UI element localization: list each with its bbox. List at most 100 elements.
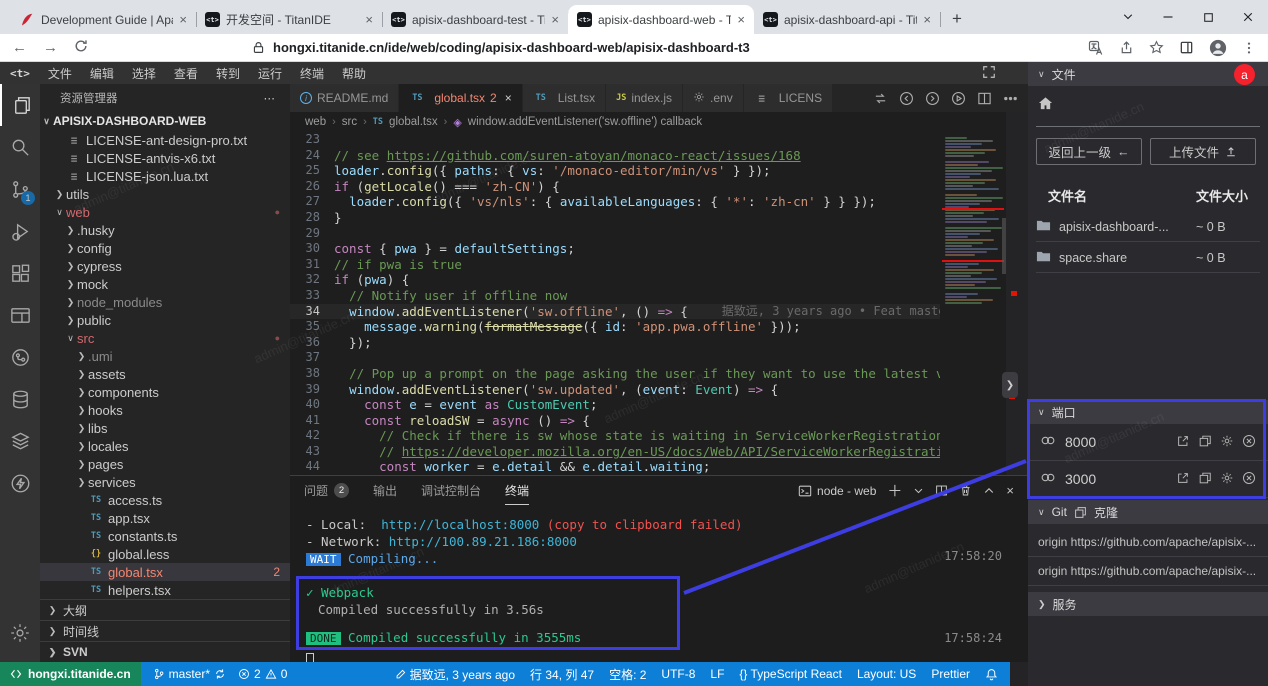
tree-item[interactable]: ❯pages [40,455,290,473]
git-remote-row[interactable]: origin https://github.com/apache/apisix-… [1028,557,1268,586]
nav-forward-icon[interactable] [925,91,940,106]
tree-item[interactable]: ❯.umi [40,347,290,365]
blame-status[interactable]: 据致远, 3 years ago [395,666,515,683]
problems-indicator[interactable]: 2 0 [238,667,287,681]
panel-tab-输出[interactable]: 输出 [373,476,397,505]
open-changes-icon[interactable] [873,91,888,106]
activity-search-icon[interactable] [0,126,40,168]
tree-item[interactable]: ❯.husky [40,221,290,239]
close-panel-icon[interactable]: × [1006,483,1014,498]
tab-close-icon[interactable]: × [551,13,559,26]
activity-source-control-icon[interactable]: 1 [0,168,40,210]
editor-tab[interactable]: .env [683,84,744,112]
tree-item[interactable]: ❯config [40,239,290,257]
tree-item[interactable]: TShelpers.tsx [40,581,290,599]
run-file-icon[interactable] [951,91,966,106]
open-external-icon[interactable] [1176,471,1190,488]
ports-section-header[interactable]: ∨ 端口 [1028,400,1268,424]
tree-item[interactable]: TSconstants.ts [40,527,290,545]
profile-avatar[interactable] [1209,39,1227,57]
tree-item[interactable]: ≡LICENSE-ant-design-pro.txt [40,131,290,149]
terminal-output[interactable]: - Local: http://localhost:8000 (copy to … [290,505,1028,662]
settings-gear-icon[interactable] [0,612,40,654]
file-list-row[interactable]: space.share~ 0 B [1036,243,1260,273]
language-mode[interactable]: {} TypeScript React [739,667,842,681]
tree-item[interactable]: ≡LICENSE-json.lua.txt [40,167,290,185]
sidebar-section-1[interactable]: ❯时间线 [40,620,290,641]
tree-item[interactable]: ❯components [40,383,290,401]
window-minimize-icon[interactable] [1148,0,1188,34]
tab-close-icon[interactable]: × [365,13,373,26]
new-terminal-icon[interactable]: ＋ [887,480,902,501]
menu-item-1[interactable]: 编辑 [81,65,123,82]
close-port-icon[interactable] [1242,471,1256,488]
nav-back-icon[interactable] [899,91,914,106]
editor-tab[interactable]: JSindex.js [606,84,683,112]
editor-tab[interactable]: iREADME.md [290,84,399,112]
encoding[interactable]: UTF-8 [661,667,695,681]
sync-icon[interactable] [214,668,226,680]
port-settings-gear-icon[interactable] [1220,434,1234,451]
sidebar-section-2[interactable]: ❯SVN [40,641,290,662]
services-section-header[interactable]: ❯ 服务 [1028,592,1268,616]
activity-database-icon[interactable] [0,378,40,420]
kill-terminal-icon[interactable] [959,484,972,497]
cursor-position[interactable]: 行 34, 列 47 [530,666,594,683]
split-editor-icon[interactable] [977,91,992,106]
browser-tab[interactable]: <t>apisix-dashboard-test - TitanI× [382,5,568,34]
sidebar-section-0[interactable]: ❯大纲 [40,599,290,620]
go-up-button[interactable]: 返回上一级 ← [1036,138,1142,165]
code-editor[interactable]: 2324// see https://github.com/suren-atoy… [290,132,940,475]
menu-item-4[interactable]: 转到 [207,65,249,82]
local-url[interactable]: http://localhost:8000 [381,517,539,532]
copy-address-icon[interactable] [1198,471,1212,488]
remote-indicator[interactable]: hongxi.titanide.cn [0,662,141,686]
menu-item-6[interactable]: 终端 [291,65,333,82]
split-terminal-icon[interactable] [935,484,948,497]
open-external-icon[interactable] [1176,434,1190,451]
file-list-row[interactable]: apisix-dashboard-...~ 0 B [1036,212,1260,242]
menu-item-7[interactable]: 帮助 [333,65,375,82]
panel-tab-调试控制台[interactable]: 调试控制台 [421,476,481,505]
notification-badge[interactable]: a [1234,64,1255,85]
translate-icon[interactable] [1088,40,1104,56]
explorer-more-icon[interactable]: ⋯ [264,91,277,105]
port-settings-gear-icon[interactable] [1220,471,1234,488]
back-icon[interactable]: ← [12,40,27,55]
address-bar[interactable]: hongxi.titanide.cn/ide/web/coding/apisix… [104,40,1076,55]
tree-item[interactable]: ❯utils [40,185,290,203]
tree-item[interactable]: {}global.less [40,545,290,563]
activity-git-graph-icon[interactable] [0,336,40,378]
notifications-bell-icon[interactable] [985,668,998,681]
explorer-root-folder[interactable]: ∨ APISIX-DASHBOARD-WEB [40,111,290,131]
tab-close-icon[interactable]: × [923,13,931,26]
browser-tab[interactable]: Development Guide | Apache× [10,5,196,34]
editor-tab[interactable]: TSglobal.tsx2× [399,84,522,112]
forward-icon[interactable]: → [43,40,58,55]
breadcrumb-item[interactable]: window.addEventListener('sw.offline') ca… [468,116,702,128]
keyboard-layout[interactable]: Layout: US [857,667,916,681]
tree-item[interactable]: ❯mock [40,275,290,293]
activity-layers-icon[interactable] [0,420,40,462]
browser-tab[interactable]: <t>apisix-dashboard-web - Titan× [568,5,754,34]
copy-address-icon[interactable] [1198,434,1212,451]
files-section-header[interactable]: ∨ 文件 [1028,62,1268,86]
menu-item-0[interactable]: 文件 [39,65,81,82]
minimap[interactable] [940,132,1006,475]
tree-item[interactable]: ❯hooks [40,401,290,419]
tab-search-icon[interactable] [1108,0,1148,34]
git-section-header[interactable]: ∨ Git 克隆 [1028,500,1268,524]
share-icon[interactable] [1119,40,1134,55]
clone-label[interactable]: 克隆 [1094,504,1118,521]
tree-item[interactable]: TSapp.tsx [40,509,290,527]
activity-bolt-icon[interactable] [0,462,40,504]
menu-item-2[interactable]: 选择 [123,65,165,82]
panel-tab-问题[interactable]: 问题2 [304,476,349,505]
browser-tab[interactable]: <t>apisix-dashboard-api - TitanID× [754,5,940,34]
editor-tab[interactable]: ≡LICENS [744,84,833,112]
browser-tab[interactable]: <t>开发空间 - TitanIDE× [196,5,382,34]
new-tab-button[interactable]: + [944,6,970,32]
tab-close-icon[interactable]: × [505,91,512,105]
more-actions-icon[interactable] [1003,91,1018,106]
formatter[interactable]: Prettier [931,667,970,681]
